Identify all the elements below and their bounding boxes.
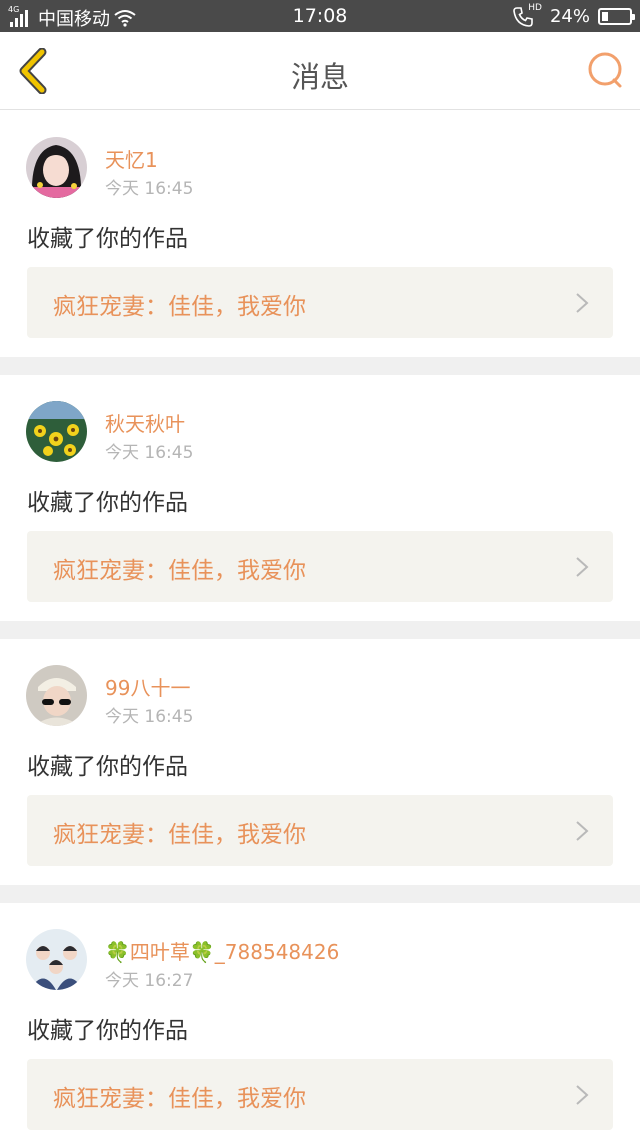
work-link[interactable]: 疯狂宠妻：佳佳，我爱你 (27, 267, 613, 338)
avatar[interactable] (26, 401, 87, 462)
message-card: 秋天秋叶 今天 16:45 收藏了你的作品 疯狂宠妻：佳佳，我爱你 (0, 375, 640, 621)
nav-bar: 消息 (0, 32, 640, 110)
message-time: 今天 16:45 (105, 443, 194, 463)
avatar[interactable] (26, 665, 87, 726)
action-text: 收藏了你的作品 (27, 490, 188, 516)
work-link[interactable]: 疯狂宠妻：佳佳，我爱你 (27, 1059, 613, 1130)
search-button[interactable] (586, 50, 626, 90)
battery-icon (598, 7, 635, 25)
message-card: 99八十一 今天 16:45 收藏了你的作品 疯狂宠妻：佳佳，我爱你 (0, 639, 640, 885)
chevron-right-icon (576, 1085, 589, 1105)
user-name[interactable]: 99八十一 (105, 672, 190, 701)
user-name[interactable]: 天忆1 (105, 144, 158, 173)
chevron-right-icon (576, 293, 589, 313)
page-title: 消息 (290, 60, 349, 94)
card-separator (0, 885, 640, 903)
work-link[interactable]: 疯狂宠妻：佳佳，我爱你 (27, 531, 613, 602)
chevron-right-icon (576, 821, 589, 841)
work-title: 疯狂宠妻：佳佳，我爱你 (53, 558, 306, 584)
card-separator (0, 357, 640, 375)
message-time: 今天 16:27 (105, 971, 194, 991)
message-card: 🍀四叶草🍀_788548426 今天 16:27 收藏了你的作品 疯狂宠妻：佳佳… (0, 903, 640, 1138)
avatar[interactable] (26, 929, 87, 990)
message-list: 天忆1 今天 16:45 收藏了你的作品 疯狂宠妻：佳佳，我爱你 秋天秋叶 今天… (0, 111, 640, 1138)
battery-percent: 24% (549, 5, 590, 27)
user-name[interactable]: 🍀四叶草🍀_788548426 (105, 936, 339, 965)
phone-call-icon: HD (512, 3, 542, 27)
work-title: 疯狂宠妻：佳佳，我爱你 (53, 1086, 306, 1112)
message-card: 天忆1 今天 16:45 收藏了你的作品 疯狂宠妻：佳佳，我爱你 (0, 111, 640, 357)
action-text: 收藏了你的作品 (27, 226, 188, 252)
message-time: 今天 16:45 (105, 707, 194, 727)
work-title: 疯狂宠妻：佳佳，我爱你 (53, 294, 306, 320)
work-link[interactable]: 疯狂宠妻：佳佳，我爱你 (27, 795, 613, 866)
status-bar: 4G 中国移动 17:08 HD 24% (0, 0, 640, 32)
user-name[interactable]: 秋天秋叶 (105, 408, 185, 437)
message-time: 今天 16:45 (105, 179, 194, 199)
avatar[interactable] (26, 137, 87, 198)
status-right: HD 24% (512, 3, 635, 27)
search-icon (588, 52, 622, 88)
chevron-right-icon (576, 557, 589, 577)
hd-badge: HD (528, 3, 542, 13)
action-text: 收藏了你的作品 (27, 754, 188, 780)
card-separator (0, 621, 640, 639)
action-text: 收藏了你的作品 (27, 1018, 188, 1044)
work-title: 疯狂宠妻：佳佳，我爱你 (53, 822, 306, 848)
